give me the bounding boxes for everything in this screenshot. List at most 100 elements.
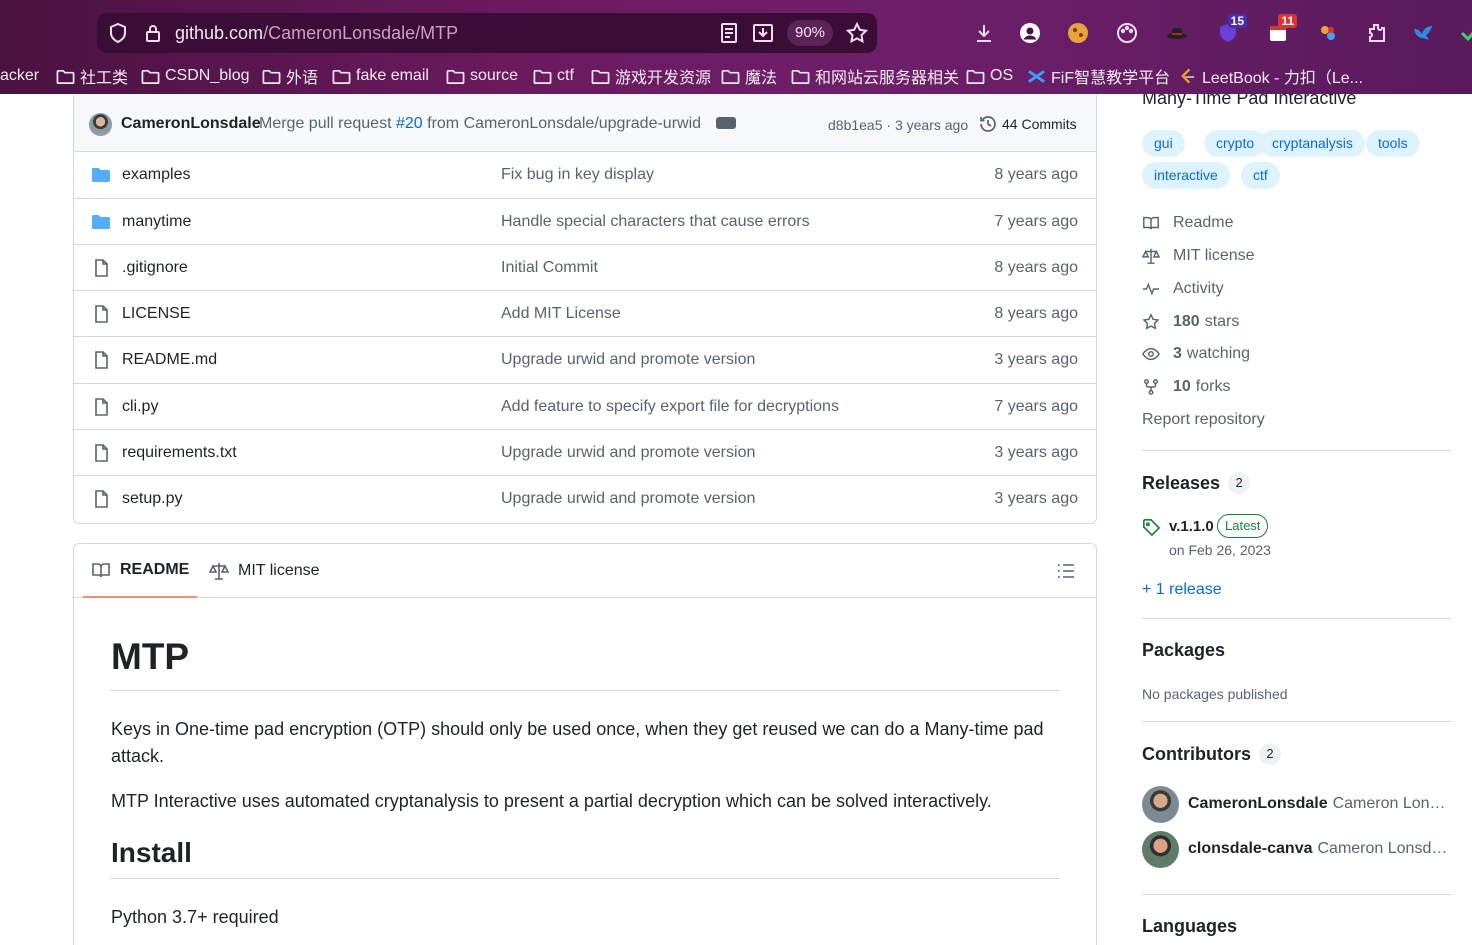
- file-name-link[interactable]: cli.py: [122, 398, 158, 416]
- url-text[interactable]: github.com/CameronLonsdale/MTP: [175, 23, 458, 44]
- file-name-link[interactable]: manytime: [122, 213, 191, 231]
- outline-list-icon[interactable]: [1056, 561, 1076, 581]
- folder-icon: [791, 69, 810, 84]
- file-row[interactable]: setup.py Upgrade urwid and promote versio…: [74, 475, 1096, 521]
- license-link[interactable]: MIT license: [1142, 244, 1255, 268]
- file-icon: [91, 350, 111, 370]
- lock-icon[interactable]: [141, 21, 165, 45]
- releases-heading[interactable]: Releases 2: [1142, 472, 1251, 494]
- activity-link[interactable]: Activity: [1142, 277, 1224, 301]
- bookmark-folder[interactable]: 游戏开发资源: [591, 64, 711, 88]
- languages-heading[interactable]: Languages: [1142, 916, 1237, 937]
- contributor-login[interactable]: CameronLonsdale: [1188, 795, 1328, 813]
- contributor-login[interactable]: clonsdale-canva: [1188, 840, 1313, 858]
- contributor-item[interactable]: CameronLonsdale Cameron Lonsda...: [1142, 785, 1452, 823]
- bookmark-folder[interactable]: 社工类: [56, 64, 128, 88]
- commit-author[interactable]: CameronLonsdale: [121, 115, 261, 133]
- address-bar[interactable]: github.com/CameronLonsdale/MTP 90%: [97, 13, 877, 53]
- packages-heading[interactable]: Packages: [1142, 640, 1225, 661]
- bookmark-item[interactable]: acker: [0, 64, 39, 88]
- file-row[interactable]: .gitignore Initial Commit 8 years ago: [74, 244, 1096, 290]
- bookmark-folder[interactable]: ctf: [533, 64, 574, 88]
- more-releases-link[interactable]: + 1 release: [1142, 581, 1222, 599]
- file-name-link[interactable]: README.md: [122, 351, 217, 369]
- stars-link[interactable]: 180 stars: [1142, 310, 1239, 334]
- release-version[interactable]: v.1.1.0: [1169, 518, 1214, 535]
- topic-tag[interactable]: cryptanalysis: [1260, 130, 1365, 157]
- download-icon[interactable]: [969, 18, 999, 48]
- commit-message-link[interactable]: Initial Commit: [501, 259, 598, 277]
- file-row[interactable]: cli.py Add feature to specify export file…: [74, 383, 1096, 429]
- commit-message-link[interactable]: Upgrade urwid and promote version: [501, 444, 755, 462]
- avatar[interactable]: [89, 113, 112, 136]
- bookmark-folder[interactable]: CSDN_blog: [141, 64, 249, 88]
- bookmark-item[interactable]: FiF智慧教学平台: [1027, 64, 1170, 88]
- tab-license[interactable]: MIT license: [209, 544, 320, 598]
- readme-link[interactable]: Readme: [1142, 211, 1233, 235]
- file-name-link[interactable]: setup.py: [122, 490, 182, 508]
- folder-icon: [332, 69, 351, 84]
- file-name-link[interactable]: examples: [122, 166, 190, 184]
- ellipsis-icon[interactable]: [716, 117, 736, 129]
- topic-tag[interactable]: tools: [1366, 130, 1420, 157]
- install-page-icon[interactable]: [751, 21, 775, 45]
- extension-palette-icon[interactable]: [1112, 18, 1142, 48]
- topic-tag[interactable]: ctf: [1241, 162, 1280, 189]
- shield-icon[interactable]: [106, 21, 130, 45]
- release-date: on Feb 26, 2023: [1169, 542, 1271, 558]
- file-name-link[interactable]: requirements.txt: [122, 444, 237, 462]
- topic-tag[interactable]: interactive: [1142, 162, 1230, 189]
- file-row[interactable]: README.md Upgrade urwid and promote versi…: [74, 336, 1096, 382]
- bookmark-item[interactable]: LeetBook - 力扣（Le...: [1178, 64, 1363, 88]
- profile-icon[interactable]: [1015, 18, 1045, 48]
- commit-message-link[interactable]: Upgrade urwid and promote version: [501, 490, 755, 508]
- bookmark-star-icon[interactable]: [845, 21, 869, 45]
- bookmark-folder[interactable]: fake email: [332, 64, 429, 88]
- commit-message-link[interactable]: Add feature to specify export file for d…: [501, 398, 839, 416]
- file-name-link[interactable]: .gitignore: [122, 259, 188, 277]
- extension-calendar-icon[interactable]: 11: [1263, 14, 1297, 48]
- contributors-heading[interactable]: Contributors 2: [1142, 743, 1281, 765]
- avatar[interactable]: [1142, 830, 1179, 868]
- bookmark-folder[interactable]: 外语: [262, 64, 318, 88]
- file-row[interactable]: requirements.txt Upgrade urwid and promot…: [74, 429, 1096, 475]
- file-row[interactable]: manytime Handle special characters that c…: [74, 198, 1096, 244]
- file-name-link[interactable]: LICENSE: [122, 305, 190, 323]
- file-icon: [91, 397, 111, 417]
- commit-message-link[interactable]: Add MIT License: [501, 305, 621, 323]
- extension-green-icon[interactable]: [1455, 18, 1472, 48]
- repo-description: Many-Time Pad Interactive: [1142, 94, 1357, 108]
- watching-link[interactable]: 3 watching: [1142, 342, 1250, 366]
- report-repository-link[interactable]: Report repository: [1142, 408, 1265, 432]
- bookmark-folder[interactable]: 魔法: [721, 64, 777, 88]
- commit-message-link[interactable]: Upgrade urwid and promote version: [501, 351, 755, 369]
- extension-ublock-icon[interactable]: 15: [1213, 14, 1247, 48]
- commits-link[interactable]: 44 Commits: [978, 114, 1077, 134]
- bookmark-folder[interactable]: OS: [966, 64, 1013, 88]
- readme-heading-mtp: MTP: [111, 636, 190, 677]
- reader-view-icon[interactable]: [717, 21, 741, 45]
- tab-readme[interactable]: README: [83, 544, 198, 598]
- contributor-item[interactable]: clonsdale-canva Cameron Lonsdale: [1142, 830, 1452, 868]
- topic-tag[interactable]: crypto: [1204, 130, 1267, 157]
- topic-tag[interactable]: gui: [1142, 130, 1185, 157]
- commit-message-link[interactable]: Handle special characters that cause err…: [501, 213, 810, 231]
- commit-age: 7 years ago: [994, 213, 1078, 230]
- extension-cookie-icon[interactable]: [1063, 18, 1093, 48]
- extension-bird-icon[interactable]: [1408, 18, 1438, 48]
- commit-message-link[interactable]: Fix bug in key display: [501, 166, 654, 184]
- contributors-count: 2: [1258, 743, 1281, 765]
- bookmark-folder[interactable]: source: [446, 64, 518, 88]
- forks-link[interactable]: 10 forks: [1142, 375, 1230, 399]
- divider: [110, 690, 1060, 691]
- commit-sha-age[interactable]: d8b1ea5 · 3 years ago: [828, 117, 968, 133]
- extensions-puzzle-icon[interactable]: [1361, 18, 1391, 48]
- commit-message[interactable]: Merge pull request #20 from CameronLonsd…: [259, 115, 701, 133]
- file-row[interactable]: examples Fix bug in key display 8 years ag…: [74, 152, 1096, 198]
- file-row[interactable]: LICENSE Add MIT License 8 years ago: [74, 290, 1096, 336]
- zoom-level[interactable]: 90%: [787, 20, 833, 46]
- bookmark-folder[interactable]: 和网站云服务器相关: [791, 64, 959, 88]
- extension-hat-icon[interactable]: [1162, 18, 1192, 48]
- avatar[interactable]: [1142, 785, 1179, 823]
- extension-puzzle-color-icon[interactable]: [1313, 18, 1343, 48]
